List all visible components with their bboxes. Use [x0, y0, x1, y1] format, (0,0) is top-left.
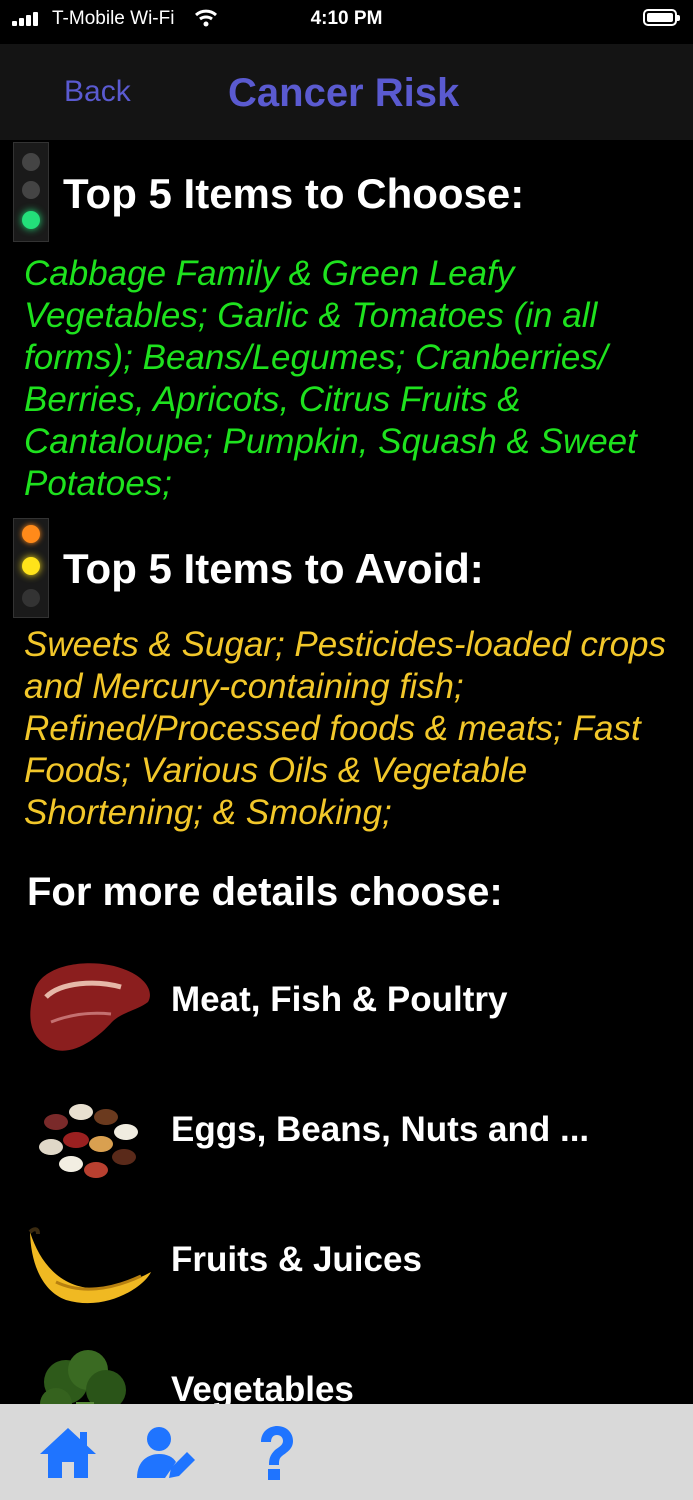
bottom-toolbar	[0, 1404, 693, 1500]
steak-icon	[30, 963, 150, 1051]
broccoli-icon	[40, 1350, 126, 1404]
category-row-eggs-beans[interactable]: Eggs, Beans, Nuts and ...	[0, 1076, 693, 1196]
banana-icon	[28, 1227, 151, 1304]
category-label: Vegetables	[171, 1370, 354, 1404]
category-label: Meat, Fish & Poultry	[171, 980, 508, 1019]
home-icon[interactable]	[38, 1422, 98, 1482]
avoid-title: Top 5 Items to Avoid:	[63, 545, 484, 592]
avoid-text: Sweets & Sugar; Pesticides-loaded crops …	[24, 625, 666, 832]
page-title: Cancer Risk	[228, 71, 460, 115]
back-button[interactable]: Back	[64, 75, 131, 109]
status-bar: T-Mobile Wi-Fi 4:10 PM	[0, 0, 693, 44]
category-label: Fruits & Juices	[171, 1240, 422, 1279]
green-traffic-light-icon	[13, 142, 49, 242]
navigation-bar: Back Cancer Risk	[0, 44, 693, 140]
beans-icon	[39, 1104, 138, 1178]
choose-text: Cabbage Family & Green Leafy Vegetables;…	[24, 254, 637, 503]
help-icon[interactable]	[245, 1422, 305, 1482]
yellow-traffic-light-icon	[13, 518, 49, 618]
category-row-meat[interactable]: Meat, Fish & Poultry	[0, 946, 693, 1066]
user-edit-icon[interactable]	[135, 1422, 195, 1482]
status-time: 4:10 PM	[310, 8, 383, 29]
battery-icon	[643, 9, 680, 26]
choose-title: Top 5 Items to Choose:	[63, 170, 525, 217]
category-label: Eggs, Beans, Nuts and ...	[171, 1110, 590, 1149]
content-scroll[interactable]: Top 5 Items to Choose: Cabbage Family & …	[0, 140, 693, 1404]
category-row-vegetables[interactable]: Vegetables	[0, 1336, 693, 1404]
category-row-fruits[interactable]: Fruits & Juices	[0, 1206, 693, 1326]
more-details-title: For more details choose:	[27, 870, 503, 914]
